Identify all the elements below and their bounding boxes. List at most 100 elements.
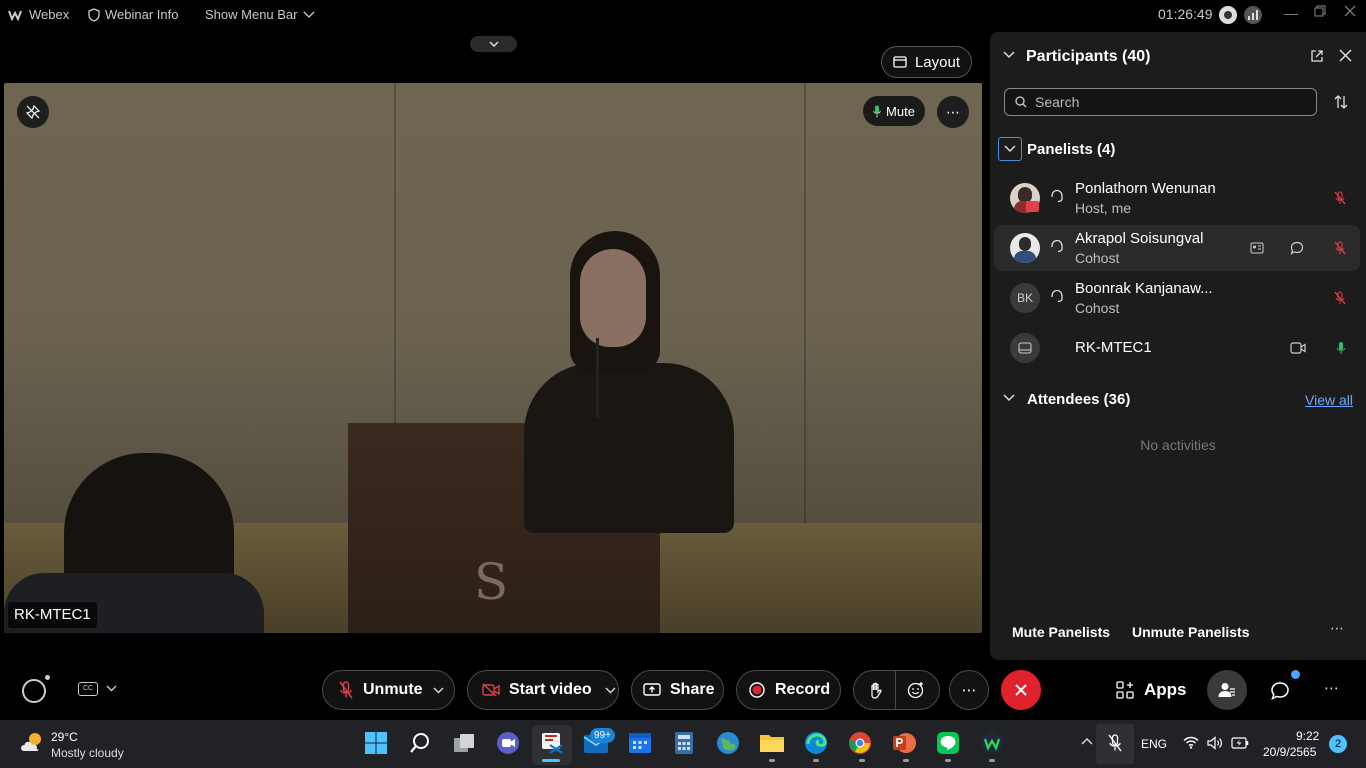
panel-more-options-icon[interactable]: ⋯ xyxy=(1330,620,1344,637)
globe-app-icon[interactable] xyxy=(715,730,741,756)
webex-app-icon[interactable] xyxy=(979,730,1005,756)
record-label: Record xyxy=(775,681,831,698)
participant-search[interactable] xyxy=(1004,88,1317,116)
participant-row[interactable]: Akrapol Soisungval Cohost xyxy=(994,225,1360,271)
share-label: Share xyxy=(670,681,715,698)
apps-button[interactable]: Apps xyxy=(1116,680,1187,700)
task-view-icon[interactable] xyxy=(451,730,477,756)
calculator-icon[interactable] xyxy=(671,730,697,756)
start-video-button[interactable]: Start video xyxy=(467,670,619,710)
collapse-toolbar-button[interactable] xyxy=(470,36,517,52)
calendar-icon[interactable] xyxy=(627,730,653,756)
chevron-down-icon[interactable] xyxy=(1003,394,1015,402)
video-more-options-button[interactable]: ⋯ xyxy=(937,96,969,128)
layout-icon xyxy=(893,56,907,68)
running-app-indicator xyxy=(945,759,951,762)
mute-panelists-button[interactable]: Mute Panelists xyxy=(1012,624,1110,640)
participants-title: Participants (40) xyxy=(1026,48,1151,65)
unpin-icon xyxy=(25,104,41,120)
participant-row[interactable]: BK Boonrak Kanjanaw... Cohost xyxy=(994,275,1360,321)
search-input[interactable] xyxy=(1035,94,1295,110)
layout-button[interactable]: Layout xyxy=(881,46,972,78)
main-video-stage[interactable]: S Mute ⋯ RK-MTEC1 xyxy=(4,83,982,633)
unmute-button[interactable]: Unmute xyxy=(322,670,455,710)
audio-options-chevron-icon[interactable] xyxy=(433,687,444,694)
panelists-collapse-toggle[interactable] xyxy=(998,137,1022,161)
muted-microphone-icon[interactable] xyxy=(1334,241,1346,255)
muted-microphone-icon[interactable] xyxy=(1334,291,1346,305)
weather-condition[interactable]: Mostly cloudy xyxy=(51,746,124,760)
active-app-indicator xyxy=(542,759,560,762)
system-clock-date[interactable]: 20/9/2565 xyxy=(1263,745,1316,759)
participants-icon xyxy=(1218,682,1236,698)
weather-temperature[interactable]: 29°C xyxy=(51,730,78,744)
line-app-icon[interactable] xyxy=(935,730,961,756)
participant-name: Akrapol Soisungval xyxy=(1075,230,1204,247)
participant-role: Cohost xyxy=(1075,300,1120,316)
mail-unread-badge: 99+ xyxy=(590,728,615,743)
recording-status-icon[interactable] xyxy=(1219,6,1237,24)
end-meeting-button[interactable] xyxy=(1001,670,1041,710)
notification-count-badge[interactable]: 2 xyxy=(1329,735,1347,753)
chevron-down-icon[interactable] xyxy=(1003,51,1015,59)
pop-out-icon[interactable] xyxy=(1310,49,1324,63)
show-menu-bar-label: Show Menu Bar xyxy=(205,7,298,22)
participant-role: Cohost xyxy=(1075,250,1120,266)
muted-microphone-icon[interactable] xyxy=(1334,191,1346,205)
share-button[interactable]: Share xyxy=(631,670,724,710)
closed-captions-icon[interactable]: CC xyxy=(78,682,98,696)
snipping-tool-icon[interactable] xyxy=(539,730,565,756)
teams-chat-icon[interactable] xyxy=(495,730,521,756)
webinar-info-menu[interactable]: Webinar Info xyxy=(88,7,178,22)
microphone-muted-tray-icon[interactable] xyxy=(1108,734,1122,752)
attendees-heading: Attendees (36) xyxy=(1027,391,1131,408)
partly-cloudy-icon[interactable] xyxy=(18,731,46,753)
volume-icon[interactable] xyxy=(1207,736,1223,750)
webex-menu[interactable]: Webex xyxy=(8,7,69,22)
unmute-panelists-button[interactable]: Unmute Panelists xyxy=(1132,624,1249,640)
sort-icon[interactable] xyxy=(1334,95,1348,109)
more-options-button[interactable]: ⋯ xyxy=(949,670,989,710)
raise-hand-icon[interactable] xyxy=(865,682,887,699)
restore-icon[interactable] xyxy=(1314,5,1326,17)
participant-role: Host, me xyxy=(1075,200,1132,216)
minimize-icon[interactable]: — xyxy=(1284,5,1298,21)
participant-row[interactable]: Ponlathorn Wenunan Host, me xyxy=(994,175,1360,221)
unpin-button[interactable] xyxy=(17,96,49,128)
headset-icon xyxy=(1050,189,1064,203)
show-hidden-icons-chevron-icon[interactable] xyxy=(1081,737,1093,745)
close-panel-icon[interactable] xyxy=(1339,49,1352,62)
windows-start-icon[interactable] xyxy=(363,730,389,756)
record-button[interactable]: Record xyxy=(736,670,841,710)
view-all-link[interactable]: View all xyxy=(1305,392,1353,408)
window-more-options-icon[interactable]: ⋯ xyxy=(1324,679,1339,697)
captions-chevron-icon[interactable] xyxy=(106,685,117,692)
close-window-icon[interactable] xyxy=(1344,5,1356,17)
headset-icon xyxy=(1050,239,1064,253)
battery-charging-icon[interactable] xyxy=(1231,737,1249,749)
mute-participant-button[interactable]: Mute xyxy=(863,96,925,126)
search-icon[interactable] xyxy=(407,730,433,756)
meeting-timer: 01:26:49 xyxy=(1158,6,1213,22)
chrome-browser-icon[interactable] xyxy=(847,730,873,756)
file-explorer-icon[interactable] xyxy=(759,730,785,756)
mute-label: Mute xyxy=(886,103,915,119)
powerpoint-icon[interactable] xyxy=(891,730,917,756)
video-options-chevron-icon[interactable] xyxy=(605,687,616,694)
edge-browser-icon[interactable] xyxy=(803,730,829,756)
contact-card-icon[interactable] xyxy=(1250,242,1264,254)
video-camera-icon[interactable] xyxy=(1290,342,1306,354)
input-language-indicator[interactable]: ENG xyxy=(1141,737,1167,751)
participants-toggle-button[interactable] xyxy=(1207,670,1247,710)
chat-toggle-icon[interactable] xyxy=(1270,681,1290,701)
microphone-icon[interactable] xyxy=(1336,341,1346,355)
chevron-down-icon xyxy=(1004,145,1016,153)
chat-icon[interactable] xyxy=(1290,241,1304,255)
ai-assistant-icon[interactable] xyxy=(22,675,50,703)
system-clock-time[interactable]: 9:22 xyxy=(1296,729,1319,743)
emoji-reaction-icon[interactable] xyxy=(907,681,925,699)
show-menu-bar-button[interactable]: Show Menu Bar xyxy=(205,7,315,22)
connection-stats-icon[interactable] xyxy=(1244,6,1262,24)
wifi-icon[interactable] xyxy=(1183,736,1199,749)
participant-row[interactable]: RK-MTEC1 xyxy=(994,325,1360,371)
